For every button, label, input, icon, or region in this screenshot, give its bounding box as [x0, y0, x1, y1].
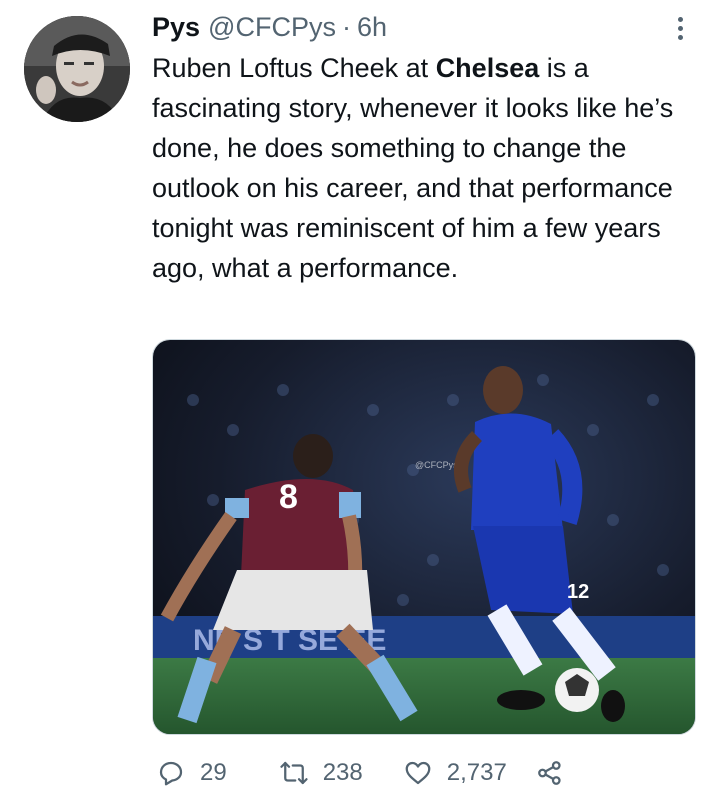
avatar-image [24, 16, 130, 122]
football-photo: NE S T SE EE @CFCPys 8 12 [153, 340, 695, 734]
more-button[interactable] [662, 10, 698, 46]
reply-count: 29 [200, 759, 227, 786]
retweet-count: 238 [322, 759, 363, 786]
separator-dot: · [341, 11, 351, 42]
left-player-number: 8 [279, 478, 298, 516]
like-button[interactable]: 2,737 [403, 758, 507, 788]
share-icon [537, 761, 561, 785]
tweet-header: Pys @CFCPys · 6h [152, 8, 387, 46]
reply-icon [159, 761, 183, 786]
more-dot [677, 25, 683, 31]
avatar[interactable] [24, 16, 130, 122]
heart-icon [405, 761, 431, 785]
photo-watermark: @CFCPys [415, 460, 458, 470]
tweet-text-part: is a fascinating story, whenever it look… [152, 53, 674, 283]
tweet-text-part: Ruben Loftus Cheek at [152, 53, 436, 83]
reply-button[interactable]: 29 [156, 758, 227, 788]
retweet-button[interactable]: 238 [279, 758, 363, 788]
display-name[interactable]: Pys [152, 12, 200, 43]
tweet-text-bold: Chelsea [435, 53, 540, 83]
right-player-number: 12 [567, 581, 589, 603]
like-count: 2,737 [446, 759, 507, 786]
tweet-actions: 29 238 2,737 [152, 752, 692, 794]
user-handle[interactable]: @CFCPys [208, 12, 336, 43]
tweet-media-photo[interactable]: NE S T SE EE @CFCPys 8 12 [152, 339, 696, 735]
more-dot [677, 34, 683, 40]
retweet-icon [280, 761, 308, 785]
timestamp[interactable]: 6h [357, 12, 387, 43]
share-button[interactable] [535, 758, 565, 788]
tweet-text: Ruben Loftus Cheek at Chelsea is a fasci… [152, 48, 707, 288]
more-vertical-icon [677, 16, 683, 22]
